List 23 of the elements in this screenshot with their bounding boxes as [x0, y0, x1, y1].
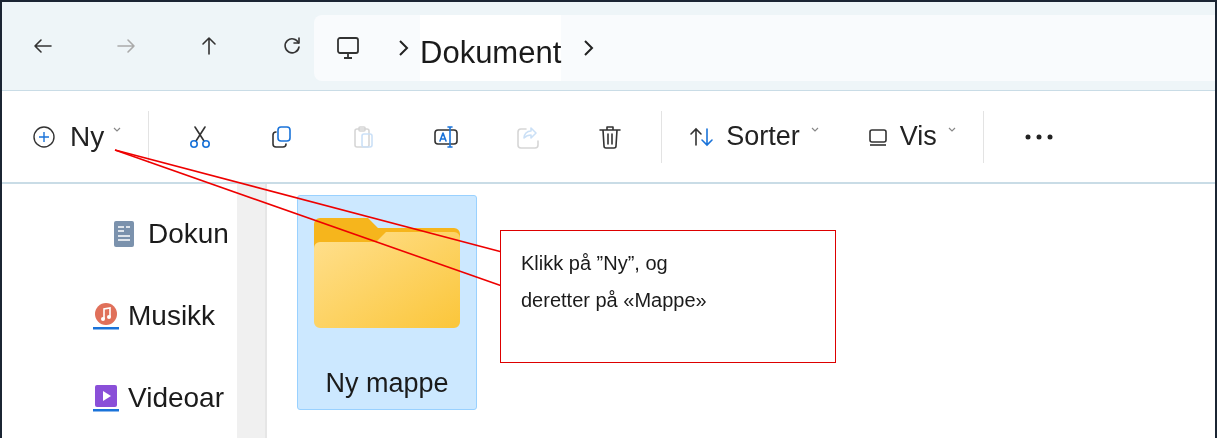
sidebar-item[interactable]: Videoar: [2, 374, 237, 422]
more-icon: [1023, 132, 1054, 141]
document-icon: [112, 219, 136, 249]
chevron-icon: [396, 38, 410, 58]
video-icon: [92, 383, 120, 413]
chevron-icon: [581, 38, 596, 58]
callout-text: Klikk på ”Ny”, og deretter på «Mappe»: [521, 251, 708, 313]
caret-icon: [809, 125, 820, 134]
sidebar-item[interactable]: Dokun: [2, 210, 237, 258]
music-icon: [92, 301, 120, 331]
sidebar-item[interactable]: Musikk: [2, 292, 237, 340]
computer-icon: [334, 34, 362, 62]
scrollbar-track[interactable]: [237, 184, 267, 438]
sort-button[interactable]: Sorter: [678, 115, 830, 158]
caret-icon: [112, 125, 123, 134]
caret-icon: [946, 125, 957, 134]
view-button[interactable]: Vis: [855, 115, 967, 158]
folder-icon: [314, 218, 460, 328]
new-button[interactable]: Ny: [20, 114, 135, 159]
address-bar[interactable]: Dokument: [314, 15, 1215, 81]
breadcrumb-item[interactable]: Dokument: [420, 15, 562, 81]
folder-item[interactable]: Ny mappe: [297, 195, 477, 410]
plus-circle-icon: [32, 124, 56, 149]
